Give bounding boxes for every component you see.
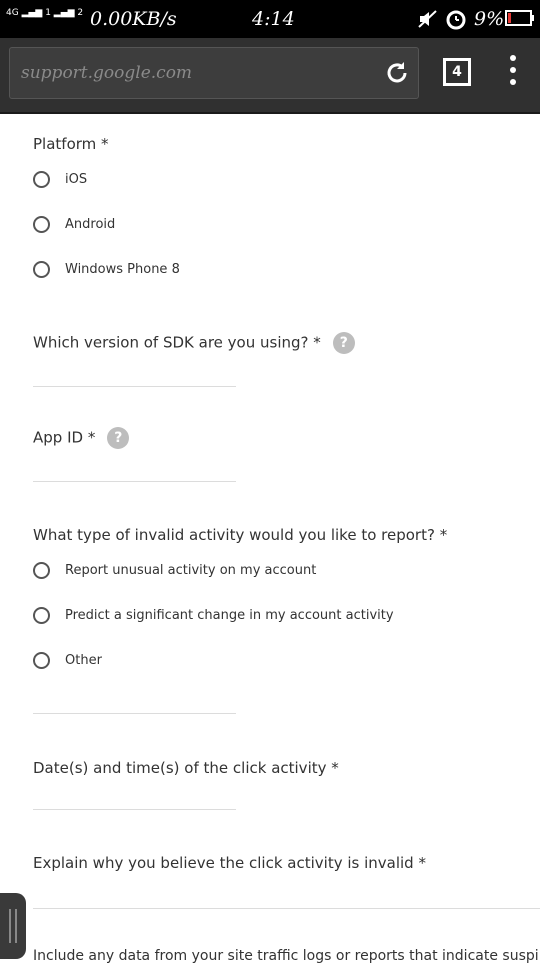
sdk-version-question: Which version of SDK are you using? *?: [33, 332, 355, 354]
clock: 4:14: [252, 8, 295, 30]
signal-indicator: 4G ▂▄▆ 1 ▂▄▆ 2: [6, 8, 84, 18]
dates-input[interactable]: [33, 809, 236, 810]
explain-question: Explain why you believe the click activi…: [33, 854, 426, 872]
radio-button[interactable]: [33, 171, 50, 188]
browser-toolbar: support.google.com 4: [0, 38, 540, 114]
app-id-question: App ID *?: [33, 427, 130, 449]
app-id-input[interactable]: [33, 481, 236, 482]
truncated-description: Include any data from your site traffic …: [33, 948, 539, 964]
battery-percentage: 9%: [474, 8, 505, 30]
menu-icon[interactable]: [506, 55, 520, 91]
invalid-activity-question: What type of invalid activity would you …: [33, 526, 448, 544]
alarm-icon: [446, 10, 466, 30]
platform-question: Platform *: [33, 135, 109, 153]
status-bar: 4G ▂▄▆ 1 ▂▄▆ 2 0.00KB/s 4:14 9%: [0, 0, 540, 38]
help-icon[interactable]: ?: [332, 332, 355, 354]
dates-question: Date(s) and time(s) of the click activit…: [33, 759, 339, 777]
mute-icon: [418, 10, 437, 28]
explain-input[interactable]: [33, 908, 540, 909]
network-speed: 0.00KB/s: [90, 8, 177, 30]
url-text: support.google.com: [21, 63, 193, 83]
url-bar[interactable]: support.google.com: [9, 47, 419, 99]
side-drag-handle[interactable]: [0, 893, 26, 959]
other-text-input[interactable]: [33, 713, 236, 714]
radio-button[interactable]: [33, 607, 50, 624]
radio-button[interactable]: [33, 261, 50, 278]
sdk-version-input[interactable]: [33, 386, 236, 387]
tabs-button[interactable]: 4: [443, 58, 471, 86]
battery-icon: [505, 10, 534, 26]
radio-button[interactable]: [33, 562, 50, 579]
radio-button[interactable]: [33, 652, 50, 669]
radio-button[interactable]: [33, 216, 50, 233]
reload-icon[interactable]: [384, 60, 410, 86]
help-icon[interactable]: ?: [107, 427, 130, 449]
